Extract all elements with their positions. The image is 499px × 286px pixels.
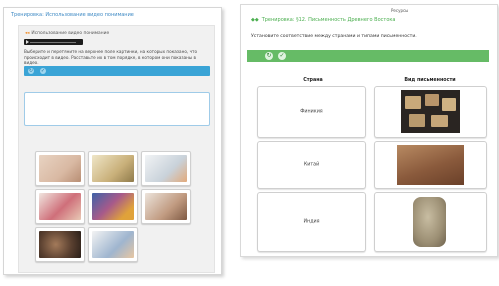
toolbar: ↻ ✓: [24, 66, 210, 76]
refresh-icon[interactable]: ↻: [265, 52, 273, 60]
photo-man-reading-icon: [145, 193, 187, 220]
image-tile[interactable]: [35, 189, 85, 224]
image-tile[interactable]: [35, 227, 85, 262]
image-tile[interactable]: [88, 151, 138, 186]
writing-cell[interactable]: [374, 192, 487, 252]
play-icon[interactable]: [25, 40, 29, 44]
toolbar: ↻ ✓: [247, 50, 489, 62]
video-progress-bar[interactable]: [30, 41, 76, 43]
breadcrumb: ◂◂ Использование видео понимание: [25, 31, 109, 36]
back-arrow-icon[interactable]: ◂◂: [25, 31, 29, 36]
breadcrumb-label: Использование видео понимание: [31, 31, 110, 36]
photo-girl-pink-icon: [39, 193, 81, 220]
exercise-instruction: Выберите и перетяните на верхнее поле ка…: [24, 49, 198, 66]
matching-instruction: Установите соответствие между странами и…: [251, 34, 417, 39]
exercise-area: ◂◂ Использование видео понимание Выберите…: [18, 25, 215, 273]
stone-indian-script-icon: [413, 197, 446, 247]
writing-cell[interactable]: [374, 86, 487, 138]
country-label: Индия: [303, 219, 320, 225]
country-cell[interactable]: Китай: [257, 141, 366, 189]
right-title-label: Тренировка: §12. Письменность Древнего В…: [261, 17, 396, 23]
image-tile[interactable]: [35, 151, 85, 186]
left-panel: Тренировка: Использование видео понимани…: [3, 7, 222, 275]
bamboo-chinese-script-icon: [397, 145, 464, 185]
country-label: Китай: [303, 162, 320, 168]
image-tile[interactable]: [88, 227, 138, 262]
answer-drop-zone[interactable]: [24, 92, 210, 126]
image-tile[interactable]: [141, 189, 191, 224]
right-panel: Ресурсы ◆◆ Тренировка: §12. Письменность …: [240, 4, 498, 257]
image-tile[interactable]: [88, 189, 138, 224]
photo-child-cooking-icon: [92, 155, 134, 182]
country-cell[interactable]: Финикия: [257, 86, 366, 138]
photo-children-group-icon: [92, 193, 134, 220]
check-icon[interactable]: ✓: [40, 68, 46, 74]
back-arrow-icon[interactable]: ◆◆: [251, 17, 259, 23]
image-tile[interactable]: [141, 151, 191, 186]
video-player[interactable]: [24, 39, 83, 45]
photo-kitchen-hands-icon: [39, 155, 81, 182]
top-resources-link[interactable]: Ресурсы: [391, 8, 408, 13]
column-header-country: Страна: [303, 78, 323, 83]
photo-boy-thumbs-up-icon: [145, 155, 187, 182]
writing-cell[interactable]: [374, 141, 487, 189]
refresh-icon[interactable]: ↻: [28, 68, 34, 74]
tablet-phoenician-script-icon: [401, 90, 460, 133]
check-icon[interactable]: ✓: [278, 52, 286, 60]
right-title: ◆◆ Тренировка: §12. Письменность Древнего…: [251, 17, 395, 23]
photo-girl-table-icon: [92, 231, 134, 258]
country-label: Финикия: [300, 109, 323, 115]
photo-desserts-plate-icon: [39, 231, 81, 258]
left-title: Тренировка: Использование видео понимани…: [11, 12, 134, 18]
column-header-writing: Вид письменности: [404, 78, 456, 83]
country-cell[interactable]: Индия: [257, 192, 366, 252]
